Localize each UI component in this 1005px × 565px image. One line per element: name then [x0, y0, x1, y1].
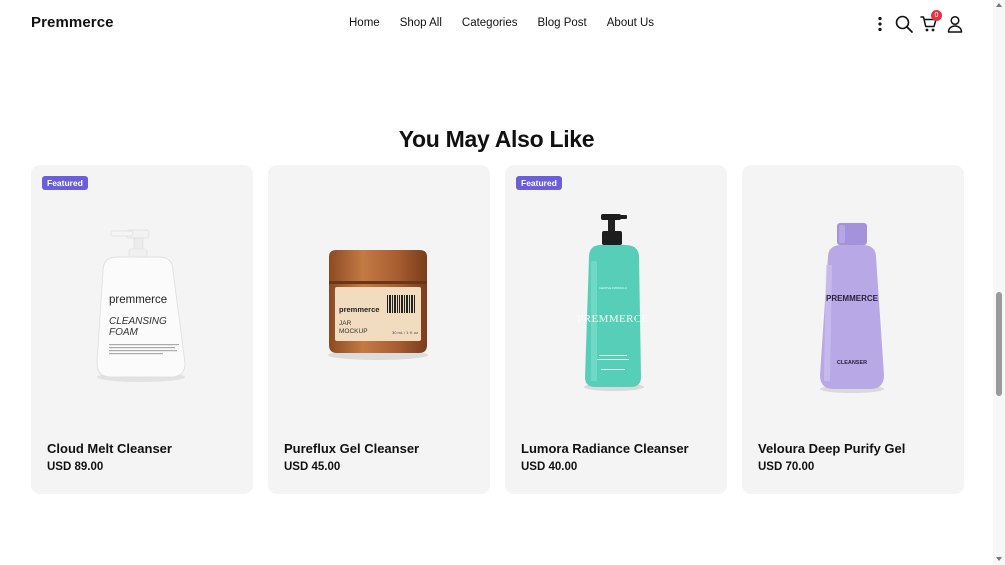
product-name[interactable]: Pureflux Gel Cleanser	[284, 441, 419, 456]
site-header: Premmerce Home Shop All Categories Blog …	[0, 0, 993, 48]
scrollbar-thumb[interactable]	[996, 292, 1002, 396]
product-image: premmerce JAR MOCKUP 30 mL / 1 fl. oz	[328, 250, 428, 360]
product-card[interactable]: Featured GENTLE FORMULA PREMMERCE Lumora…	[505, 165, 727, 494]
product-name[interactable]: Veloura Deep Purify Gel	[758, 441, 905, 456]
nav-categories[interactable]: Categories	[462, 17, 518, 29]
label-line-1: CLEANSER	[837, 360, 867, 366]
product-price: USD 89.00	[47, 461, 104, 473]
label-line-2: MOCKUP	[339, 328, 368, 335]
product-image: premmerce CLEANSING FOAM	[96, 229, 186, 382]
product-price: USD 40.00	[521, 461, 578, 473]
svg-text:GENTLE FORMULA: GENTLE FORMULA	[599, 286, 627, 290]
nav-shop-all[interactable]: Shop All	[400, 17, 442, 29]
scroll-down-arrow-icon[interactable]	[996, 557, 1002, 561]
product-price: USD 45.00	[284, 461, 341, 473]
label-brand: premmerce	[339, 305, 379, 314]
site-logo[interactable]: Premmerce	[31, 14, 114, 31]
cart-icon[interactable]: 0	[919, 10, 942, 34]
nav-blog-post[interactable]: Blog Post	[538, 17, 587, 29]
page-scrollbar[interactable]	[993, 0, 1005, 565]
product-image: PREMMERCE CLEANSER	[820, 223, 884, 393]
product-name[interactable]: Lumora Radiance Cleanser	[521, 441, 689, 456]
label-brand: premmerce	[109, 294, 167, 306]
product-image: GENTLE FORMULA PREMMERCE	[577, 214, 648, 391]
featured-badge: Featured	[42, 176, 88, 190]
label-brand: PREMMERCE	[826, 294, 879, 303]
product-grid: Featured premmerce CLEANSING FOAM Cloud …	[31, 165, 964, 494]
product-card[interactable]: PREMMERCE CLEANSER Veloura Deep Purify G…	[742, 165, 964, 494]
section-title: You May Also Like	[398, 126, 595, 152]
label-brand: PREMMERCE	[577, 313, 648, 325]
user-icon[interactable]	[945, 14, 965, 34]
label-line-2: FOAM	[109, 327, 139, 338]
featured-badge: Featured	[516, 176, 562, 190]
cart-count-badge: 0	[931, 10, 942, 21]
nav-home[interactable]: Home	[349, 17, 380, 29]
label-size: 30 mL / 1 fl. oz	[392, 330, 418, 335]
product-price: USD 70.00	[758, 461, 815, 473]
product-card[interactable]: premmerce JAR MOCKUP 30 mL / 1 fl. oz Pu…	[268, 165, 490, 494]
product-card[interactable]: Featured premmerce CLEANSING FOAM Cloud …	[31, 165, 253, 494]
label-line-1: JAR	[339, 320, 352, 327]
search-icon[interactable]	[894, 14, 914, 34]
more-vertical-icon[interactable]	[870, 14, 890, 34]
main-nav: Home Shop All Categories Blog Post About…	[340, 17, 674, 29]
scroll-up-arrow-icon[interactable]	[996, 3, 1002, 7]
label-line-1: CLEANSING	[109, 316, 167, 327]
product-name[interactable]: Cloud Melt Cleanser	[47, 441, 172, 456]
nav-about-us[interactable]: About Us	[607, 17, 654, 29]
